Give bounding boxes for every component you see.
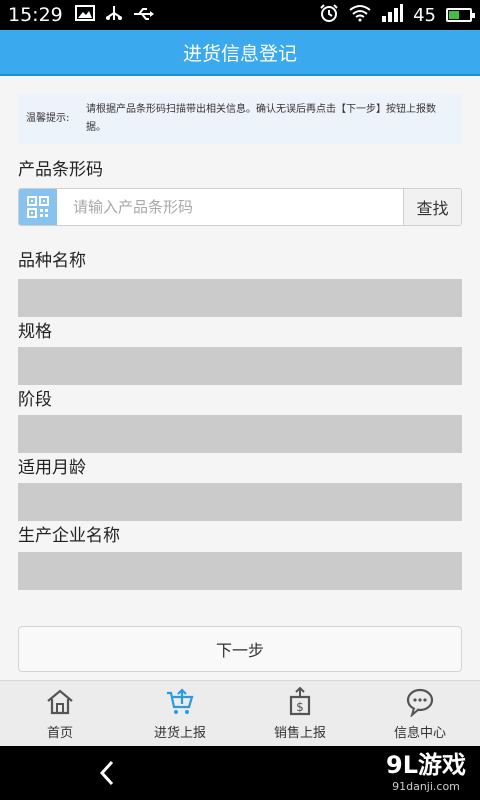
barcode-label: 产品条形码 xyxy=(18,160,103,180)
status-bar: 15:29 45 xyxy=(0,0,480,30)
manufacturer-label: 生产企业名称 xyxy=(18,526,120,546)
watermark-logo: 9L游戏 91danji.com xyxy=(386,750,466,794)
home-icon xyxy=(47,689,73,715)
navigation-bar: 9L游戏 91danji.com xyxy=(0,746,480,800)
usb-debug-icon xyxy=(133,6,155,25)
tab-home[interactable]: 首页 xyxy=(0,681,120,746)
tab-sales-report-label: 销售上报 xyxy=(273,726,326,741)
sales-report-icon: $ xyxy=(289,687,311,716)
stage-label: 阶段 xyxy=(18,390,52,410)
variety-name-field[interactable] xyxy=(18,279,462,317)
status-time: 15:29 xyxy=(8,4,63,26)
usb-icon xyxy=(105,4,123,26)
tip-label: 温馨提示: xyxy=(26,113,70,124)
next-step-button[interactable]: 下一步 xyxy=(18,626,462,672)
back-icon[interactable] xyxy=(92,758,122,788)
main-content: 温馨提示: 请根据产品条形码扫描带出相关信息。确认无误后再点击【下一步】按钮上报… xyxy=(0,78,480,678)
spec-label: 规格 xyxy=(18,322,52,342)
tab-home-label: 首页 xyxy=(46,726,73,741)
tab-sales-report[interactable]: $ 销售上报 xyxy=(240,681,360,746)
battery-icon xyxy=(446,8,475,22)
message-icon xyxy=(406,688,434,717)
watermark-logo-text: 9L游戏 xyxy=(386,751,466,779)
alarm-icon xyxy=(319,3,339,28)
variety-name-label: 品种名称 xyxy=(18,251,86,271)
qr-scan-button[interactable] xyxy=(19,189,57,225)
image-icon xyxy=(74,5,95,25)
qr-code-icon xyxy=(27,196,49,218)
tab-info-center[interactable]: 信息中心 xyxy=(360,681,480,746)
barcode-input[interactable] xyxy=(57,189,403,225)
manufacturer-field[interactable] xyxy=(18,552,462,590)
page-title: 进货信息登记 xyxy=(182,42,297,65)
battery-level: 45 xyxy=(413,4,436,26)
stage-field[interactable] xyxy=(18,415,462,453)
cart-upload-icon xyxy=(167,688,194,714)
wifi-icon xyxy=(349,4,371,27)
tab-info-center-label: 信息中心 xyxy=(393,726,446,741)
tip-text: 请根据产品条形码扫描带出相关信息。确认无误后再点击【下一步】按钮上报数据。 xyxy=(86,104,436,133)
svg-text:$: $ xyxy=(296,700,304,714)
bottom-tab-bar: 首页 进货上报 $ 销售上报 信息中心 xyxy=(0,680,480,746)
age-range-label: 适用月龄 xyxy=(18,458,86,478)
tip-box: 温馨提示: 请根据产品条形码扫描带出相关信息。确认无误后再点击【下一步】按钮上报… xyxy=(18,94,462,144)
title-bar: 进货信息登记 xyxy=(0,30,480,76)
signal-icon xyxy=(381,3,404,27)
watermark-url: 91danji.com xyxy=(392,780,460,793)
spec-field[interactable] xyxy=(18,347,462,385)
age-range-field[interactable] xyxy=(18,483,462,521)
barcode-row: 查找 xyxy=(18,188,462,226)
tab-purchase-report-label: 进货上报 xyxy=(153,726,206,741)
tab-purchase-report[interactable]: 进货上报 xyxy=(120,681,240,746)
search-button[interactable]: 查找 xyxy=(403,189,461,225)
